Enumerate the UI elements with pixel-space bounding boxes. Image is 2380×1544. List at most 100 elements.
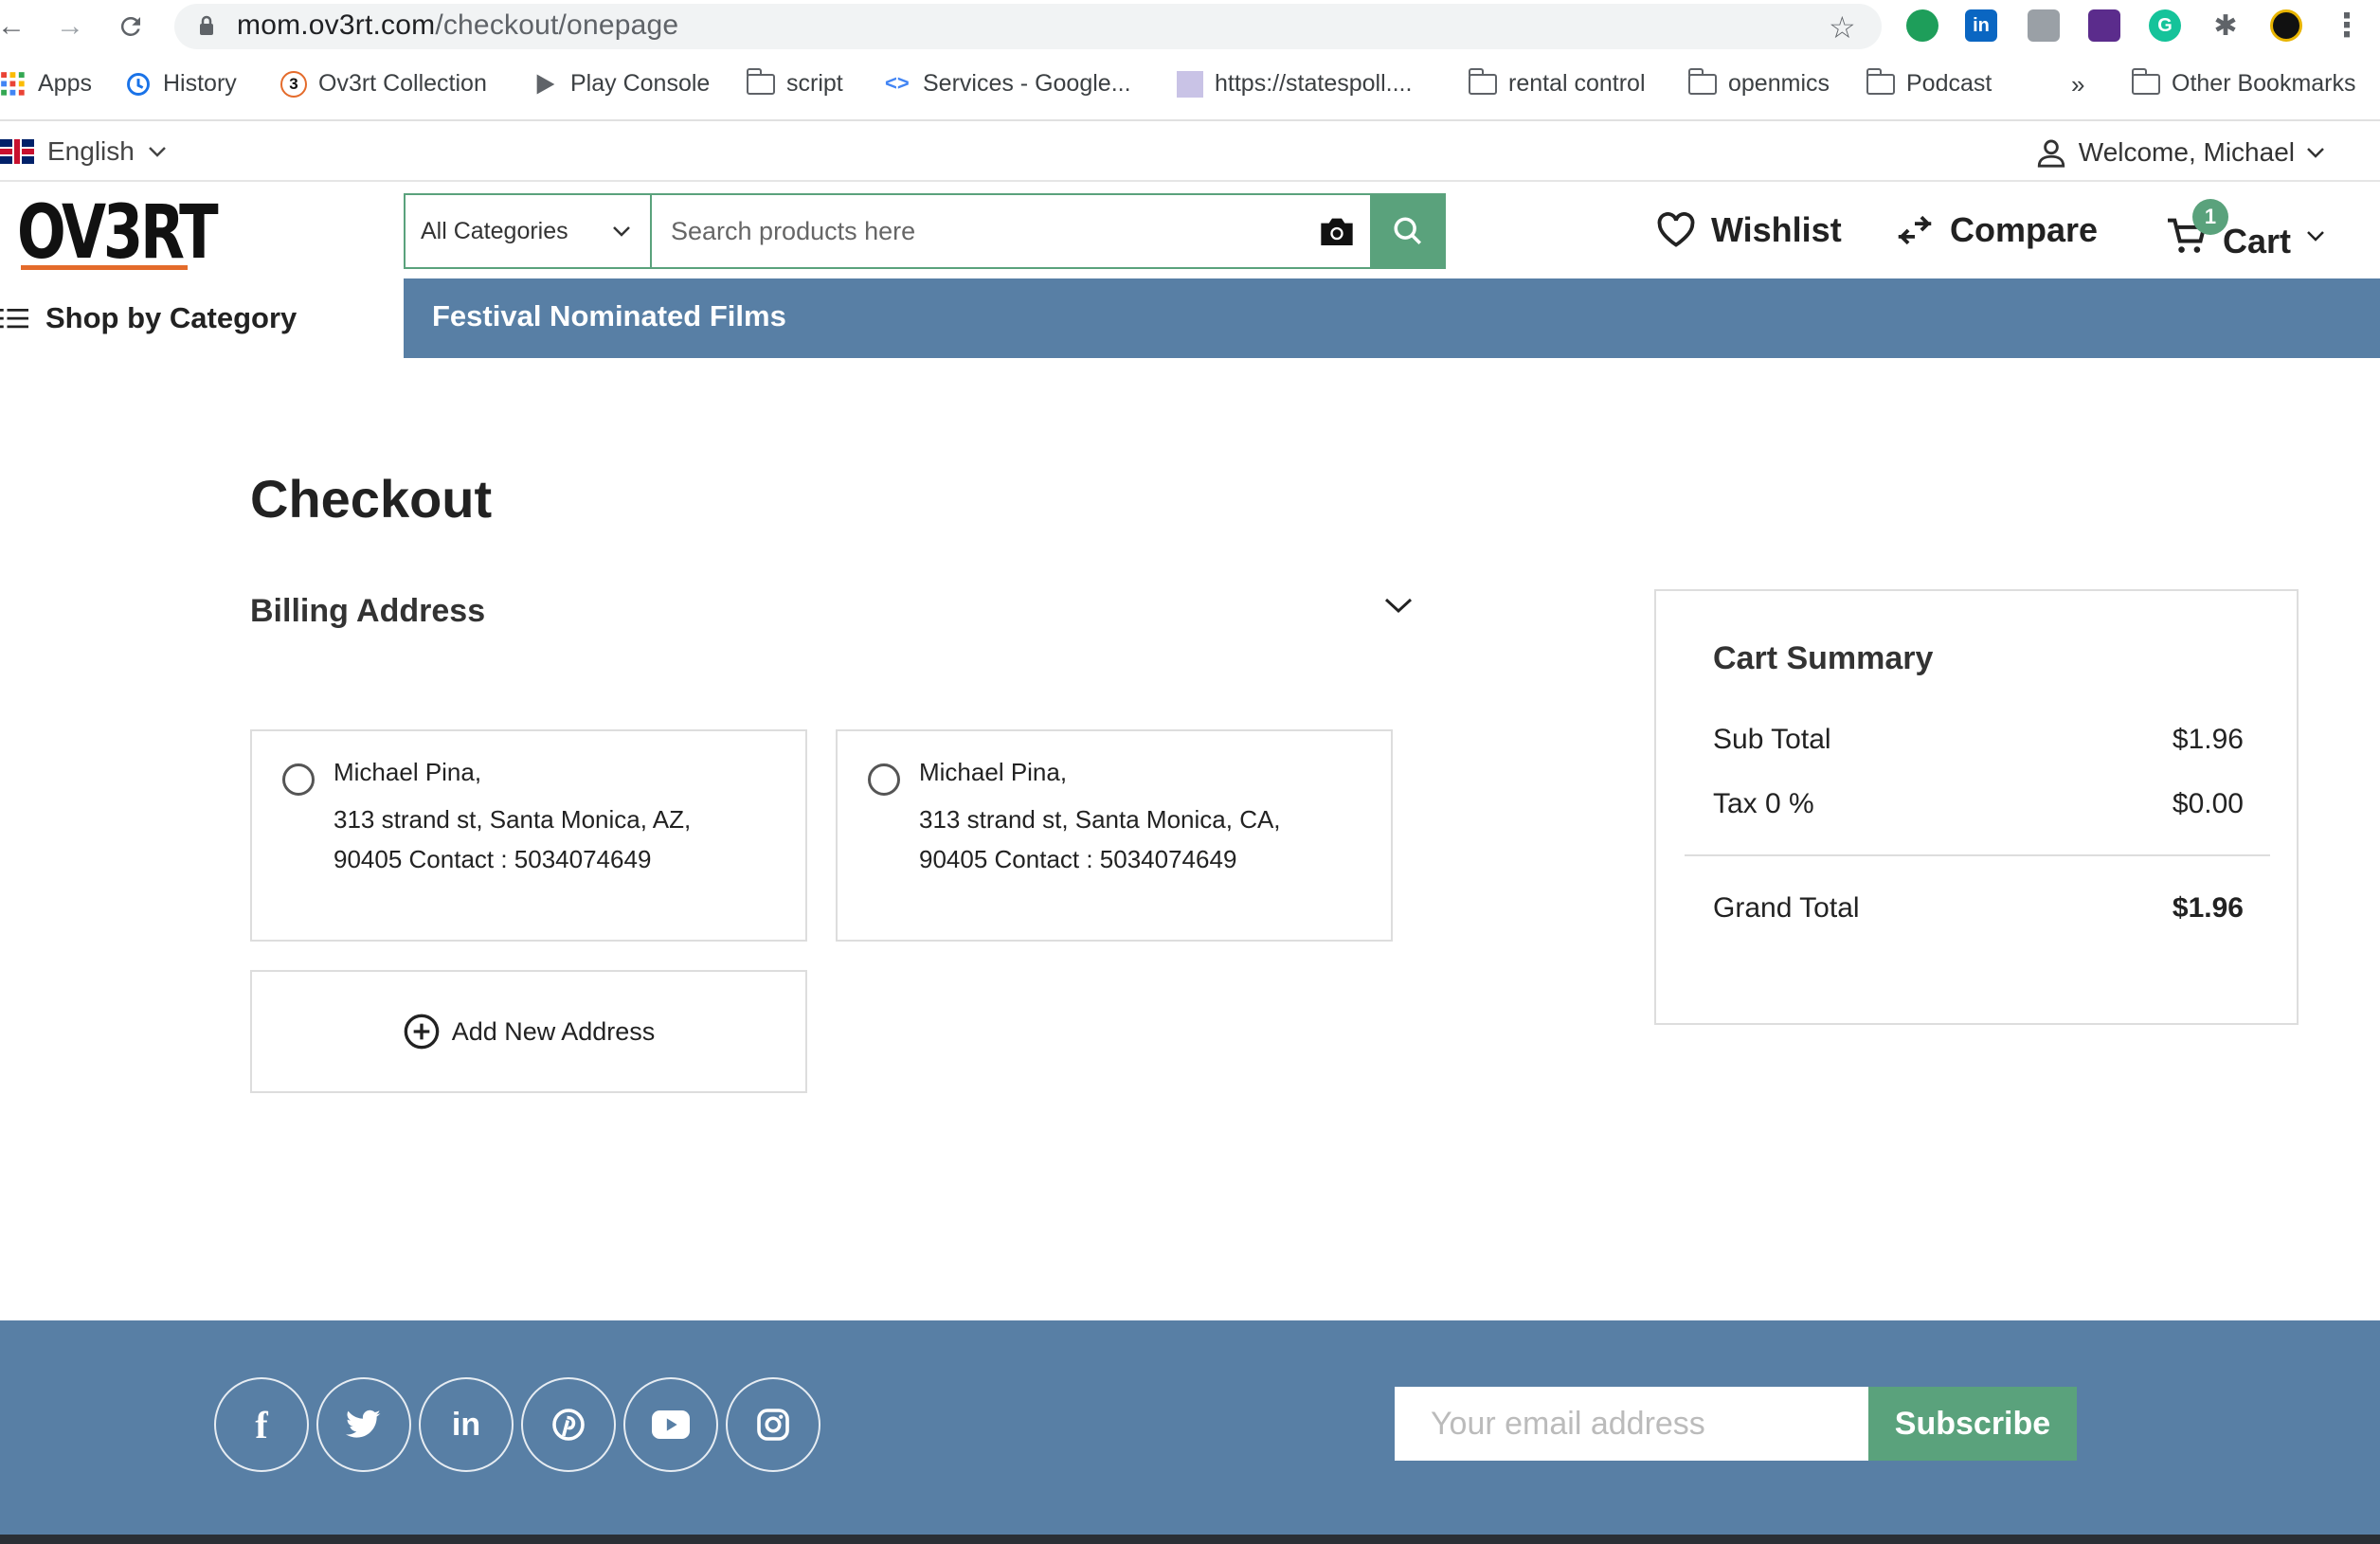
shop-by-category-button[interactable]: Shop by Category bbox=[0, 278, 404, 358]
folder-icon bbox=[1687, 67, 1717, 95]
bookmark-label: Podcast bbox=[1906, 70, 1992, 97]
bookmark-label: script bbox=[786, 70, 843, 97]
billing-address-heading[interactable]: Billing Address bbox=[250, 593, 485, 630]
address-card[interactable]: Michael Pina, 313 strand st, Santa Monic… bbox=[250, 729, 807, 942]
facebook-icon[interactable]: f bbox=[214, 1377, 309, 1472]
address-line: 313 strand st, Santa Monica, AZ, bbox=[334, 805, 692, 834]
compare-label: Compare bbox=[1950, 210, 2099, 249]
site-header: OV3RT All Categories Wishlist Compare Ca… bbox=[0, 184, 2380, 278]
bookmark-statespoll[interactable]: https://statespoll.... bbox=[1177, 70, 1412, 98]
url-text[interactable]: mom.ov3rt.com/checkout/onepage bbox=[237, 9, 678, 42]
chevron-down-icon[interactable] bbox=[1383, 595, 1414, 616]
chevron-down-icon bbox=[613, 226, 630, 237]
bookmark-ov3rt-collection[interactable]: 3 Ov3rt Collection bbox=[280, 70, 487, 98]
browser-toolbar: ← → mom.ov3rt.com/checkout/onepage ☆ in … bbox=[0, 0, 2380, 53]
wishlist-label: Wishlist bbox=[1711, 210, 1842, 249]
extension-chat-icon[interactable] bbox=[1906, 9, 1938, 42]
summary-divider bbox=[1685, 854, 2270, 856]
cart-link[interactable]: Cart bbox=[2166, 210, 2325, 261]
chevron-down-icon bbox=[2307, 148, 2324, 158]
instagram-icon[interactable] bbox=[726, 1377, 820, 1472]
grand-total-value: $1.96 bbox=[2172, 892, 2244, 924]
profile-avatar[interactable] bbox=[2270, 9, 2302, 42]
address-line: 313 strand st, Santa Monica, CA, bbox=[919, 805, 1281, 834]
bookmarks-overflow[interactable]: » bbox=[2071, 70, 2084, 99]
back-icon[interactable]: ← bbox=[0, 8, 30, 45]
category-select-label: All Categories bbox=[421, 217, 568, 244]
category-select[interactable]: All Categories bbox=[406, 195, 652, 267]
apps-grid-icon bbox=[1, 71, 25, 96]
bookmark-play-console[interactable]: Play Console bbox=[532, 70, 710, 98]
youtube-icon[interactable] bbox=[623, 1377, 718, 1472]
bookmark-openmics[interactable]: openmics bbox=[1687, 67, 1830, 98]
newsletter-email-input[interactable] bbox=[1395, 1387, 1868, 1461]
cart-count-badge: 1 bbox=[2192, 199, 2228, 235]
camera-search-icon[interactable] bbox=[1304, 195, 1370, 267]
add-new-address-button[interactable]: Add New Address bbox=[250, 970, 807, 1093]
wishlist-link[interactable]: Wishlist bbox=[1656, 210, 1842, 250]
nav-link-festival-nominated-films[interactable]: Festival Nominated Films bbox=[432, 299, 786, 333]
bookmark-history[interactable]: History bbox=[125, 70, 237, 98]
address-contact: 90405 Contact : 5034074649 bbox=[919, 845, 1237, 873]
facebook-glyph: f bbox=[255, 1403, 268, 1446]
add-new-address-label: Add New Address bbox=[451, 1016, 656, 1046]
bookmark-label: Other Bookmarks bbox=[2172, 70, 2356, 97]
site-logo[interactable]: OV3RT bbox=[17, 193, 219, 273]
subscribe-button[interactable]: Subscribe bbox=[1868, 1387, 2077, 1461]
shop-by-category-label: Shop by Category bbox=[45, 301, 298, 334]
language-selector[interactable]: English bbox=[0, 136, 167, 167]
address-contact: 90405 Contact : 5034074649 bbox=[334, 845, 652, 873]
user-icon bbox=[2037, 139, 2064, 168]
bookmark-apps[interactable]: Apps bbox=[0, 70, 92, 98]
subtotal-row: Sub Total $1.96 bbox=[1713, 724, 2244, 756]
overflow-label: » bbox=[2071, 70, 2085, 99]
extensions-puzzle-icon[interactable]: ✱ bbox=[2209, 9, 2242, 42]
reload-icon[interactable] bbox=[112, 8, 150, 45]
account-menu[interactable]: Welcome, Michael bbox=[2035, 136, 2325, 169]
folder-icon bbox=[1866, 67, 1895, 95]
ov3rt-collection-icon: 3 bbox=[280, 70, 307, 98]
extension-cube-icon[interactable] bbox=[2028, 9, 2060, 42]
address-name: Michael Pina, bbox=[334, 758, 482, 786]
bookmark-script[interactable]: script bbox=[746, 67, 843, 98]
bookmark-label: History bbox=[163, 70, 237, 97]
twitter-icon[interactable] bbox=[316, 1377, 411, 1472]
address-card[interactable]: Michael Pina, 313 strand st, Santa Monic… bbox=[836, 729, 1393, 942]
bookmark-label: Apps bbox=[38, 70, 92, 97]
uk-flag-icon bbox=[0, 139, 34, 164]
tax-value: $0.00 bbox=[2172, 788, 2244, 819]
linkedin-icon[interactable]: in bbox=[419, 1377, 514, 1472]
bookmark-services-google[interactable]: <> Services - Google... bbox=[885, 70, 1131, 98]
bookmark-star-icon[interactable]: ☆ bbox=[1829, 9, 1856, 45]
extension-grammarly-icon[interactable]: G bbox=[2149, 9, 2181, 42]
compare-link[interactable]: Compare bbox=[1895, 210, 2098, 250]
search-bar: All Categories bbox=[404, 193, 1446, 269]
bookmark-label: rental control bbox=[1508, 70, 1646, 97]
bookmark-label: https://statespoll.... bbox=[1215, 70, 1413, 97]
extension-linkedin-icon[interactable]: in bbox=[1965, 9, 1997, 42]
footer-bottom-bar bbox=[0, 1535, 2380, 1544]
bookmark-podcast[interactable]: Podcast bbox=[1866, 67, 1992, 98]
chevron-down-icon bbox=[2307, 231, 2324, 242]
page-title: Checkout bbox=[250, 469, 493, 529]
bookmark-label: Play Console bbox=[570, 70, 711, 97]
forward-icon[interactable]: → bbox=[51, 8, 89, 45]
tax-row: Tax 0 % $0.00 bbox=[1713, 788, 2244, 820]
extension-cart-icon[interactable] bbox=[2088, 9, 2120, 42]
plus-circle-icon bbox=[404, 1014, 440, 1050]
bookmark-rental-control[interactable]: rental control bbox=[1468, 67, 1646, 98]
search-button[interactable] bbox=[1370, 193, 1446, 269]
logo-underline bbox=[21, 265, 188, 270]
search-input[interactable] bbox=[652, 195, 1304, 267]
search-icon bbox=[1394, 217, 1422, 245]
bookmark-other-bookmarks[interactable]: Other Bookmarks bbox=[2131, 67, 2356, 98]
address-name: Michael Pina, bbox=[919, 758, 1068, 786]
linkedin-glyph: in bbox=[451, 1406, 481, 1443]
welcome-label: Welcome, Michael bbox=[2078, 137, 2295, 167]
address-radio[interactable] bbox=[282, 763, 315, 796]
pinterest-icon[interactable] bbox=[521, 1377, 616, 1472]
menu-kebab-icon[interactable]: ⋮ bbox=[2331, 8, 2363, 44]
folder-icon bbox=[746, 67, 775, 95]
address-radio[interactable] bbox=[868, 763, 900, 796]
grand-total-row: Grand Total $1.96 bbox=[1713, 892, 2244, 925]
